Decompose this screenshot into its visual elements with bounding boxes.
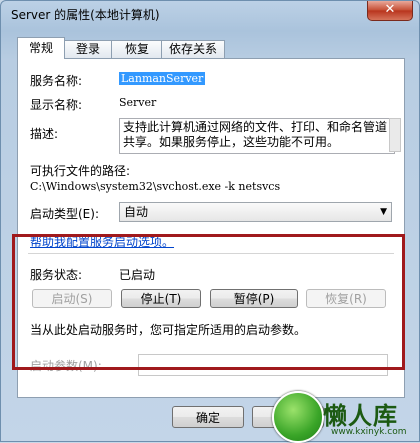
- startup-type-value: 自动: [124, 205, 149, 219]
- chevron-down-icon: ▼: [380, 207, 387, 217]
- startup-type-label: 启动类型(E):: [30, 207, 99, 221]
- watermark-logo-icon: [272, 391, 324, 443]
- close-icon: ✕: [384, 2, 396, 17]
- start-params-label: 启动参数(M):: [30, 359, 102, 373]
- stop-button[interactable]: 停止(T): [121, 289, 201, 308]
- properties-window: Server 的属性(本地计算机) ✕ 常规 登录 恢复 依存关系 服务名称: …: [0, 0, 420, 443]
- description-label: 描述:: [30, 127, 59, 141]
- pause-button[interactable]: 暂停(P): [210, 289, 298, 308]
- start-params-input[interactable]: [138, 354, 388, 376]
- tab-logon[interactable]: 登录: [63, 40, 113, 58]
- resume-button[interactable]: 恢复(R): [306, 289, 386, 308]
- service-status-label: 服务状态:: [30, 268, 83, 282]
- path-value: C:\Windows\system32\svchost.exe -k netsv…: [30, 180, 281, 193]
- tab-dependencies[interactable]: 依存关系: [161, 40, 225, 58]
- description-textbox[interactable]: 支持此计算机通过网络的文件、打印、和命名管道共享。如果服务停止，这些功能不可用。: [119, 118, 395, 154]
- description-scrollbar[interactable]: [389, 118, 401, 152]
- watermark-text: 懒人库: [323, 401, 398, 430]
- tab-general[interactable]: 常规: [17, 37, 65, 59]
- startup-type-select[interactable]: 自动 ▼: [119, 202, 392, 222]
- divider: [28, 253, 394, 254]
- watermark-url: www.kxinyk.com: [331, 427, 407, 437]
- tab-recovery[interactable]: 恢复: [111, 40, 163, 58]
- start-button[interactable]: 启动(S): [32, 289, 112, 308]
- close-button[interactable]: ✕: [367, 1, 413, 21]
- service-name-value[interactable]: LanmanServer: [119, 72, 206, 85]
- help-configure-link[interactable]: 帮助我配置服务启动选项。: [30, 233, 174, 250]
- service-status-value: 已启动: [119, 268, 156, 282]
- display-name-value: Server: [119, 96, 157, 109]
- path-label: 可执行文件的路径:: [30, 164, 131, 178]
- general-panel: 服务名称: LanmanServer 显示名称: Server 描述: 支持此计…: [17, 58, 405, 398]
- start-params-hint: 当从此处启动服务时，您可指定所适用的启动参数。: [30, 323, 307, 337]
- service-name-label: 服务名称:: [30, 74, 83, 88]
- display-name-label: 显示名称:: [30, 98, 83, 112]
- ok-button[interactable]: 确定: [172, 406, 244, 428]
- window-title: Server 的属性(本地计算机): [11, 8, 160, 22]
- service-name-text: LanmanServer: [119, 72, 206, 85]
